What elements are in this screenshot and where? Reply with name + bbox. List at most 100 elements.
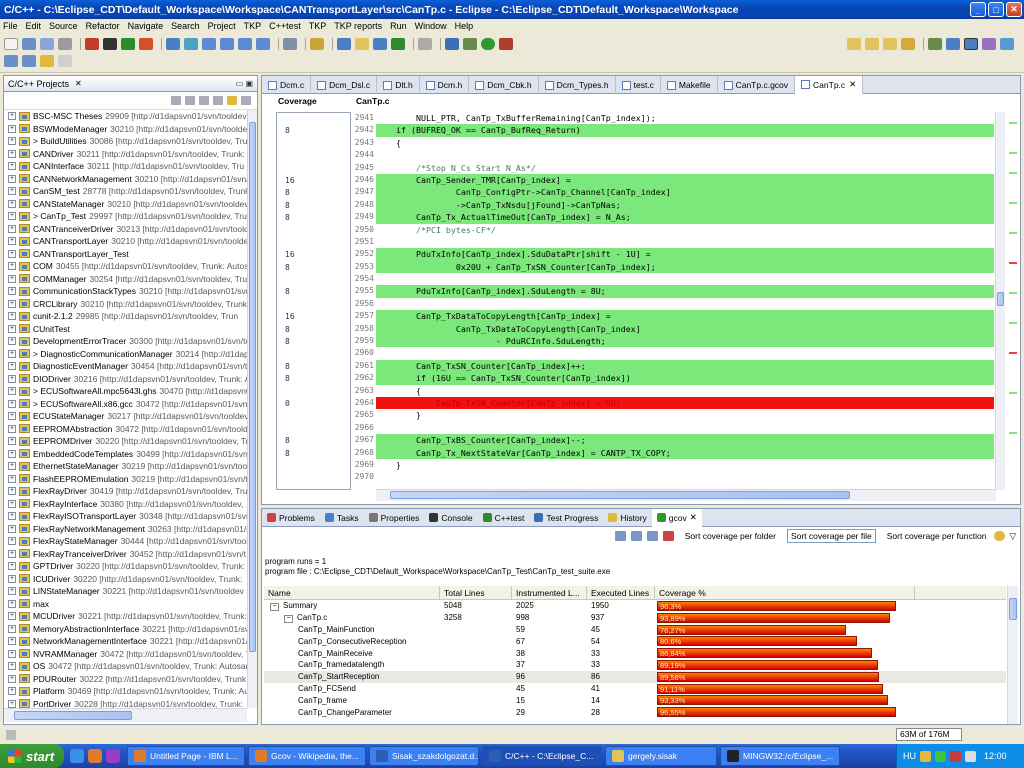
code-line[interactable]: CanTp_Tx_NextStateVar[CanTp_index] = CAN…: [376, 446, 994, 459]
bottom-tab-problems[interactable]: Problems: [262, 509, 320, 527]
perspective-debug-icon[interactable]: [928, 38, 942, 50]
save-icon[interactable]: [22, 38, 36, 50]
project-item[interactable]: + cunit-2.1.2 29985 [http://d1dapsvn01/svn…: [4, 310, 247, 323]
project-item[interactable]: + FlashEEPROMEmulation 30219 [http://d1dap…: [4, 473, 247, 486]
coverage-row[interactable]: CanTp_MainReceive 38 33 86,84%: [264, 647, 1006, 659]
chart-icon[interactable]: [646, 531, 658, 541]
editor-tab[interactable]: test.c: [616, 76, 661, 94]
media-icon[interactable]: [106, 749, 120, 763]
perspective-cpp-icon[interactable]: [946, 38, 960, 50]
project-item[interactable]: + CANInterface 30211 [http://d1dapsvn01/sv…: [4, 160, 247, 173]
menu-navigate[interactable]: Navigate: [128, 21, 164, 31]
coverage-row[interactable]: CanTp_ConsecutiveReception 67 54 80,6%: [264, 635, 1006, 647]
project-item[interactable]: + BSWModeManager 30210 [http://d1dapsvn01/…: [4, 123, 247, 136]
expand-toggle-icon[interactable]: +: [8, 274, 16, 283]
expand-toggle-icon[interactable]: +: [8, 349, 16, 358]
language-indicator[interactable]: HU: [903, 751, 916, 761]
perspective-cpp2-icon[interactable]: [964, 38, 978, 50]
column-header[interactable]: Coverage %: [655, 586, 915, 600]
expand-toggle-icon[interactable]: +: [8, 224, 16, 233]
perspective-other-icon[interactable]: [1000, 38, 1014, 50]
code-line[interactable]: }: [376, 459, 994, 471]
bottom-tab-history[interactable]: History: [603, 509, 651, 527]
taskbar-item[interactable]: gergely.sisak: [605, 746, 717, 766]
back-icon[interactable]: [171, 96, 181, 105]
menu-tkp[interactable]: TKP: [309, 21, 327, 31]
expand-toggle-icon[interactable]: +: [8, 287, 16, 296]
editor-tab[interactable]: Dcm_Cbk.h: [469, 76, 539, 94]
editor-vertical-scrollbar[interactable]: [995, 112, 1005, 490]
code-line[interactable]: /*PCI bytes-CF*/: [376, 224, 994, 236]
project-item[interactable]: + MemoryAbstractionInterface 30221 [http:/…: [4, 623, 247, 636]
tray-icon-2[interactable]: [935, 750, 946, 762]
tree-toggle-icon[interactable]: −: [284, 614, 293, 623]
project-item[interactable]: + CanSM_test 28778 [http://d1dapsvn01/svn/…: [4, 185, 247, 198]
menu-tkp-reports[interactable]: TKP reports: [334, 21, 382, 31]
collapse-icon[interactable]: [614, 531, 626, 541]
project-item[interactable]: + CANTranceiverDriver 30213 [http://d1daps…: [4, 223, 247, 236]
close-icon[interactable]: ✕: [849, 79, 856, 90]
expand-toggle-icon[interactable]: +: [8, 624, 16, 633]
new-class-icon[interactable]: [373, 38, 387, 50]
taskbar-item[interactable]: C/C++ - C:\Eclipse_C...: [482, 746, 602, 766]
expand-toggle-icon[interactable]: +: [8, 524, 16, 533]
code-line[interactable]: - PduRCInfo.SduLength;: [376, 335, 994, 348]
close-icon[interactable]: ✕: [690, 512, 697, 523]
back-icon[interactable]: [40, 55, 54, 67]
bottom-tab-console[interactable]: Console: [424, 509, 477, 527]
expand-toggle-icon[interactable]: +: [8, 174, 16, 183]
gcov-vertical-scrollbar[interactable]: [1007, 586, 1018, 724]
editor-tab[interactable]: Dcm.c: [262, 76, 312, 94]
expand-toggle-icon[interactable]: +: [8, 162, 16, 171]
expand-toggle-icon[interactable]: +: [8, 674, 16, 683]
editor-tab[interactable]: Makefile: [661, 76, 718, 94]
project-item[interactable]: + FlexRayNetworkManagement 30263 [http://d…: [4, 523, 247, 536]
code-line[interactable]: [376, 273, 994, 285]
code-line[interactable]: if (BUFREQ_OK == CanTp_BufReq_Return): [376, 124, 994, 137]
sort-folder-button[interactable]: Sort coverage per folder: [682, 530, 779, 542]
project-item[interactable]: + ECUStateManager 30217 [http://d1dapsvn01…: [4, 410, 247, 423]
project-item[interactable]: + Platform 30469 [http://d1dapsvn01/svn/to…: [4, 685, 247, 698]
projects-vertical-scrollbar[interactable]: [247, 110, 257, 708]
expand-toggle-icon[interactable]: +: [8, 449, 16, 458]
coverage-row[interactable]: CanTp_framedatalength 37 33 89,19%: [264, 659, 1006, 671]
project-item[interactable]: + LINStateManager 30221 [http://d1dapsvn01…: [4, 585, 247, 598]
project-item[interactable]: + FlexRayStateManager 30444 [http://d1daps…: [4, 535, 247, 548]
expand-toggle-icon[interactable]: +: [8, 499, 16, 508]
project-item[interactable]: + EEPROMAbstraction 30472 [http://d1dapsvn…: [4, 423, 247, 436]
project-item[interactable]: + CUnitTest: [4, 323, 247, 336]
build-all-icon[interactable]: [103, 38, 117, 50]
open-perspective-icon[interactable]: [847, 38, 861, 50]
expand-toggle-icon[interactable]: +: [8, 487, 16, 496]
menu-refactor[interactable]: Refactor: [86, 21, 120, 31]
project-item[interactable]: + PDURouter 30222 [http://d1dapsvn01/svn/t…: [4, 673, 247, 686]
expand-toggle-icon[interactable]: +: [8, 412, 16, 421]
expand-toggle-icon[interactable]: +: [8, 512, 16, 521]
expand-toggle-icon[interactable]: +: [8, 599, 16, 608]
expand-toggle-icon[interactable]: +: [8, 312, 16, 321]
project-item[interactable]: + CANTransportLayer 30210 [http://d1dapsvn…: [4, 235, 247, 248]
stop-icon[interactable]: [139, 38, 153, 50]
bottom-tab-tasks[interactable]: Tasks: [320, 509, 364, 527]
code-line[interactable]: /*Stop N_Cs Start N_As*/: [376, 162, 994, 174]
project-item[interactable]: + NetworkManagementInterface 30221 [http:/…: [4, 635, 247, 648]
forward-icon[interactable]: [58, 55, 72, 67]
editor-tab[interactable]: Dcm.h: [420, 76, 470, 94]
project-item[interactable]: + FlexRayDriver 30419 [http://d1dapsvn01/s…: [4, 485, 247, 498]
taskbar-item[interactable]: Sisak_szakdolgozat.d...: [369, 746, 479, 766]
project-item[interactable]: + EmbeddedCodeTemplates 30499 [http://d1da…: [4, 448, 247, 461]
menu-file[interactable]: File: [3, 21, 18, 31]
project-item[interactable]: + EthernetStateManager 30219 [http://d1dap…: [4, 460, 247, 473]
expand-toggle-icon[interactable]: +: [8, 212, 16, 221]
editor-tab[interactable]: CanTp.c ✕: [795, 76, 864, 94]
expand-toggle-icon[interactable]: +: [8, 699, 16, 708]
arrow-tool3-icon[interactable]: [238, 38, 252, 50]
column-header[interactable]: Executed Lines: [587, 586, 655, 600]
menu-source[interactable]: Source: [49, 21, 78, 31]
project-item[interactable]: + DevelopmentErrorTracer 30300 [http://d1d…: [4, 335, 247, 348]
project-item[interactable]: + COM 30455 [http://d1dapsvn01/svn/tooldev…: [4, 260, 247, 273]
expand-toggle-icon[interactable]: +: [8, 462, 16, 471]
project-item[interactable]: + MCUDriver 30221 [http://d1dapsvn01/svn/t…: [4, 610, 247, 623]
project-item[interactable]: + DIODriver 30216 [http://d1dapsvn01/svn/t…: [4, 373, 247, 386]
editor-tab[interactable]: Dlt.h: [377, 76, 420, 94]
